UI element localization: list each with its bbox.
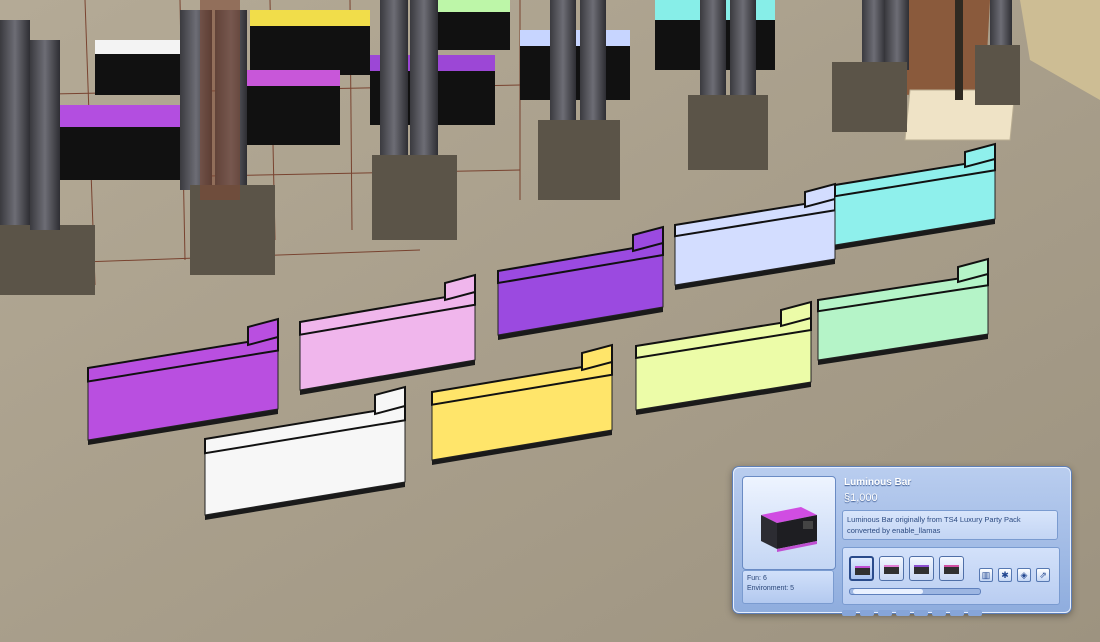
item-price: §1,000	[844, 492, 878, 504]
swatch-pink[interactable]	[879, 556, 904, 581]
stat-environment: Environment: 5	[747, 585, 795, 592]
tab-7[interactable]	[950, 610, 964, 616]
item-stats: Fun: 6 Environment: 5	[742, 570, 834, 604]
item-thumbnail	[742, 476, 836, 570]
palm-trunk	[955, 0, 963, 100]
catalog-tabs	[842, 603, 1058, 616]
description-line-1: Luminous Bar originally from TS4 Luxury …	[847, 515, 1021, 524]
swatch-purple[interactable]	[909, 556, 934, 581]
bar-preview-icon	[761, 507, 817, 552]
tab-2[interactable]	[860, 610, 874, 616]
tab-4[interactable]	[896, 610, 910, 616]
swatch-magenta[interactable]	[849, 556, 874, 581]
sparkle-icon[interactable]: ✱	[998, 568, 1012, 582]
tab-5[interactable]	[914, 610, 928, 616]
expand-icon[interactable]: ⇗	[1036, 568, 1050, 582]
item-title: Luminous Bar	[844, 477, 912, 488]
tab-6[interactable]	[932, 610, 946, 616]
tab-3[interactable]	[878, 610, 892, 616]
description-line-2: converted by enable_llamas	[847, 526, 941, 535]
tab-8[interactable]	[968, 610, 982, 616]
trash-icon[interactable]: ▥	[979, 568, 993, 582]
swatch-selector: ▥ ✱ ◈ ⇗	[842, 547, 1060, 605]
swatch-black[interactable]	[939, 556, 964, 581]
design-tool-icon[interactable]: ◈	[1017, 568, 1031, 582]
item-description: Luminous Bar originally from TS4 Luxury …	[842, 510, 1058, 540]
tab-1[interactable]	[842, 610, 856, 616]
swatch-scrollbar[interactable]	[849, 588, 981, 595]
scrollbar-thumb[interactable]	[853, 589, 923, 594]
stat-fun: Fun: 6	[747, 575, 767, 582]
catalog-item-panel: Luminous Bar §1,000 Luminous Bar origina…	[733, 467, 1071, 616]
